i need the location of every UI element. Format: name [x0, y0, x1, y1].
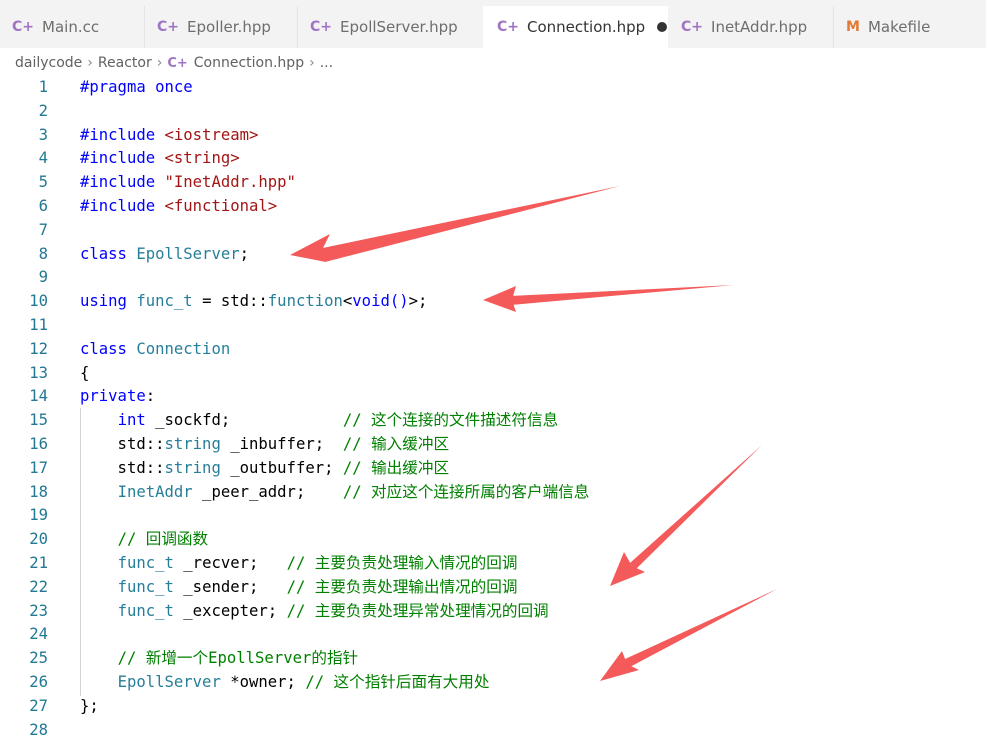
tab-makefile[interactable]: M Makefile [834, 6, 986, 48]
code-editor[interactable]: 1 #pragma once 2 3 #include <iostream> 4 #incl… [0, 75, 986, 745]
tab-main-cc[interactable]: C+ Main.cc [0, 6, 144, 48]
line-number: 24 [29, 625, 48, 644]
line-number: 8 [38, 244, 48, 263]
cpp-file-icon: C+ [310, 19, 333, 35]
line-number: 7 [38, 220, 48, 239]
code-text: int _sockfd; // 这个连接的文件描述符信息 [117, 411, 559, 430]
tab-connection-hpp[interactable]: C+ Connection.hpp [483, 6, 668, 48]
line-number: 19 [29, 506, 48, 525]
tab-epollserver-hpp[interactable]: C+ EpollServer.hpp [298, 6, 482, 48]
code-text: InetAddr _peer_addr; // 对应这个连接所属的客户端信息 [117, 482, 590, 501]
tab-label: EpollServer.hpp [340, 18, 458, 36]
line-number: 18 [29, 482, 48, 501]
line-number: 16 [29, 435, 48, 453]
line-number: 6 [38, 197, 48, 215]
makefile-icon: M [846, 19, 860, 35]
breadcrumb-item-more[interactable]: ... [320, 55, 333, 71]
line-number: 12 [29, 339, 48, 358]
cpp-file-icon: C+ [167, 55, 188, 71]
line-number: 2 [38, 101, 48, 120]
line-number: 28 [29, 720, 48, 739]
tab-bar: C+ Main.cc C+ Epoller.hpp C+ EpollServer… [0, 0, 986, 48]
line-number: 21 [29, 554, 48, 572]
line-number: 26 [29, 673, 48, 691]
tab-label: Connection.hpp [527, 18, 646, 36]
tab-label: Main.cc [42, 18, 100, 36]
code-text: class EpollServer; [80, 244, 250, 263]
code-text: #pragma once [80, 78, 193, 96]
tab-inetaddr-hpp[interactable]: C+ InetAddr.hpp [669, 6, 833, 48]
code-text: class Connection [80, 339, 231, 358]
cpp-file-icon: C+ [497, 19, 520, 35]
code-text: #include <iostream> [80, 125, 259, 144]
code-text: func_t _excepter; // 主要负责处理异常处理情况的回调 [117, 601, 549, 620]
line-number: 9 [38, 268, 48, 287]
code-text: #include <functional> [80, 197, 278, 215]
breadcrumb-item-file[interactable]: Connection.hpp [194, 55, 304, 71]
code-text: func_t _sender; // 主要负责处理输出情况的回调 [117, 577, 518, 596]
code-text: #include <string> [80, 149, 240, 168]
code-text: std::string _outbuffer; // 输出缓冲区 [80, 458, 450, 477]
unsaved-dot-icon[interactable] [657, 22, 668, 32]
line-number: 1 [38, 78, 48, 96]
code-text: private: [80, 387, 156, 406]
cpp-file-icon: C+ [12, 19, 35, 35]
line-number: 20 [29, 530, 48, 549]
code-text: std::string _inbuffer; // 输入缓冲区 [80, 435, 450, 453]
code-text: EpollServer *owner; // 这个指针后面有大用处 [117, 673, 490, 691]
chevron-right-icon: › [87, 55, 93, 71]
tab-epoller-hpp[interactable]: C+ Epoller.hpp [145, 6, 297, 48]
tab-label: InetAddr.hpp [711, 18, 808, 36]
code-text: // 回调函数 [117, 530, 209, 549]
line-number: 5 [38, 173, 48, 192]
cpp-file-icon: C+ [681, 19, 704, 35]
breadcrumb-item-dailycode[interactable]: dailycode [15, 55, 82, 71]
tab-label: Makefile [867, 18, 931, 36]
line-number: 11 [29, 316, 48, 334]
code-text: }; [80, 696, 99, 715]
tab-label: Epoller.hpp [187, 18, 271, 36]
line-number: 27 [29, 696, 48, 715]
breadcrumb: dailycode › Reactor › C+ Connection.hpp … [15, 52, 333, 74]
line-number: 25 [29, 649, 48, 668]
line-number: 3 [38, 125, 48, 144]
line-number: 23 [29, 601, 48, 620]
line-number: 13 [29, 363, 48, 382]
code-text: func_t _recver; // 主要负责处理输入情况的回调 [117, 554, 518, 572]
line-number: 17 [29, 458, 48, 477]
cpp-file-icon: C+ [157, 19, 180, 35]
code-text: // 新增一个EpollServer的指针 [117, 649, 359, 668]
line-number: 22 [29, 577, 48, 596]
code-text: using func_t = std::function<void()>; [80, 292, 428, 311]
line-number: 15 [29, 411, 48, 430]
line-number: 10 [29, 292, 48, 311]
line-number: 4 [38, 149, 48, 168]
code-text: { [80, 363, 90, 382]
line-number: 14 [29, 387, 48, 406]
chevron-right-icon: › [309, 55, 315, 71]
chevron-right-icon: › [156, 55, 163, 71]
code-text: #include "InetAddr.hpp" [80, 173, 296, 192]
breadcrumb-item-reactor[interactable]: Reactor [98, 55, 152, 71]
